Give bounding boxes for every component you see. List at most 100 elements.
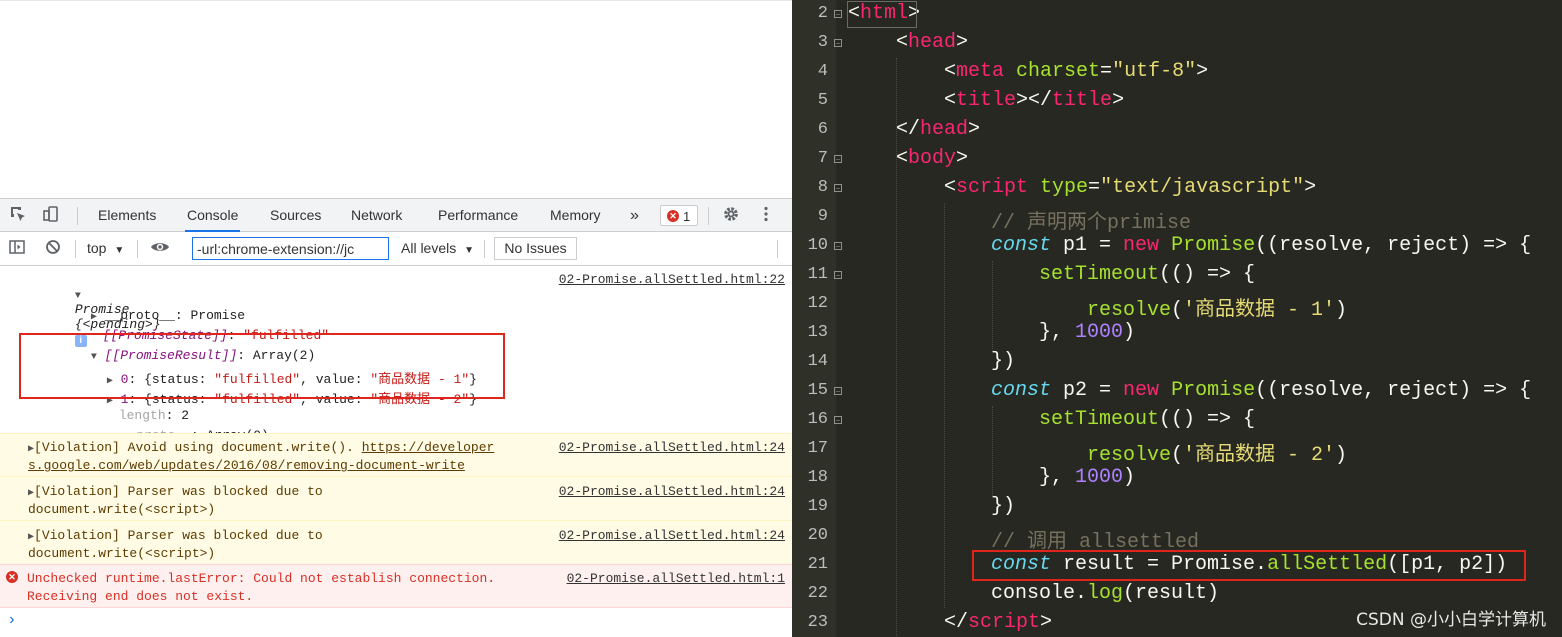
violation-text-part: [Violation] Avoid using document.write()…	[34, 440, 362, 455]
object-text: }	[469, 392, 477, 407]
line-number: 9	[817, 207, 828, 226]
browser-devtools-pane: Elements Console Sources Network Perform…	[0, 0, 792, 637]
violation-link[interactable]: https://developer	[362, 440, 495, 455]
code-line-17: resolve('商品数据 - 2')	[1087, 444, 1348, 467]
code-line-18: }, 1000)	[1039, 466, 1136, 489]
fold-marker-icon[interactable]: −	[834, 387, 842, 396]
console-output: ▼ Promise {<pending>} i 02-Promise.allSe…	[0, 266, 792, 637]
code-editor[interactable]: 2 3 4 5 6 7 8 9 10 11 12 13 14 15 16 17 …	[792, 0, 1562, 637]
fold-marker-icon[interactable]: −	[834, 242, 842, 251]
source-link[interactable]: 02-Promise.allSettled.html:24	[559, 528, 785, 543]
more-tabs-chevron-icon[interactable]: »	[628, 199, 641, 232]
violation-link-cont[interactable]: s.google.com/web/updates/2016/08/removin…	[28, 458, 465, 473]
line-number: 22	[807, 584, 828, 603]
line-number: 2	[817, 4, 828, 23]
fold-marker-icon[interactable]: −	[834, 416, 842, 425]
line-number: 20	[807, 526, 828, 545]
code-line-5: <title></title>	[944, 89, 1125, 112]
line-number: 10	[807, 236, 828, 255]
code-line-15: const p2 = new Promise((resolve, reject)…	[991, 379, 1532, 402]
line-number: 15	[807, 381, 828, 400]
line-number: 8	[817, 178, 828, 197]
error-message: ✕ Unchecked runtime.lastError: Could not…	[0, 564, 792, 608]
source-link[interactable]: 02-Promise.allSettled.html:22	[559, 272, 785, 287]
error-count-badge[interactable]: ✕ 1	[660, 205, 698, 226]
line-number: 21	[807, 555, 828, 574]
line-number: 17	[807, 439, 828, 458]
code-line-10: const p1 = new Promise((resolve, reject)…	[991, 234, 1532, 257]
code-line-21: const result = Promise.allSettled([p1, p…	[991, 553, 1508, 576]
tab-elements[interactable]: Elements	[96, 199, 158, 232]
violation-message: ▶[Violation] Avoid using document.write(…	[0, 433, 792, 476]
code-line-12: resolve('商品数据 - 1')	[1087, 299, 1348, 322]
status-value: "fulfilled"	[214, 392, 301, 407]
line-number: 7	[817, 149, 828, 168]
tab-performance[interactable]: Performance	[436, 199, 520, 232]
error-icon: ✕	[6, 571, 18, 583]
line-number: 5	[817, 91, 828, 110]
fold-marker-icon[interactable]: −	[834, 10, 842, 19]
code-line-19: })	[991, 495, 1016, 518]
toolbar-divider	[75, 240, 76, 258]
source-link[interactable]: 02-Promise.allSettled.html:1	[567, 571, 785, 586]
log-levels-dropdown[interactable]: All levels ▼	[401, 232, 474, 265]
indent-guide	[992, 406, 994, 496]
error-circle-icon: ✕	[667, 210, 679, 222]
fold-marker-icon[interactable]: −	[834, 155, 842, 164]
code-line-4: <meta charset="utf-8">	[944, 60, 1209, 83]
source-link[interactable]: 02-Promise.allSettled.html:24	[559, 440, 785, 455]
indent-guide	[896, 58, 898, 637]
device-toolbar-icon[interactable]	[40, 205, 62, 227]
dropdown-arrow-icon: ▼	[464, 245, 475, 256]
settings-gear-icon[interactable]	[720, 205, 742, 227]
violation-message: ▶[Violation] Parser was blocked due to d…	[0, 520, 792, 564]
inspect-element-icon[interactable]	[7, 205, 29, 227]
code-line-7: <body>	[896, 147, 969, 170]
console-prompt[interactable]: ›	[7, 611, 17, 629]
log-levels-value: All levels	[401, 240, 457, 256]
context-selector[interactable]: top ▼	[87, 232, 124, 265]
live-expression-eye-icon[interactable]	[149, 238, 171, 260]
line-number: 4	[817, 62, 828, 81]
code-line-3: <head>	[896, 31, 969, 54]
console-filter-input[interactable]	[192, 237, 389, 260]
fold-marker-icon[interactable]: −	[834, 271, 842, 280]
more-options-kebab-icon[interactable]	[755, 205, 777, 227]
line-number-gutter: 2 3 4 5 6 7 8 9 10 11 12 13 14 15 16 17 …	[792, 0, 842, 637]
clear-console-icon[interactable]	[42, 238, 64, 260]
violation-message: ▶[Violation] Parser was blocked due to d…	[0, 476, 792, 520]
line-number: 3	[817, 33, 828, 52]
code-line-8: <script type="text/javascript">	[944, 176, 1317, 199]
tab-memory[interactable]: Memory	[548, 199, 603, 232]
line-number: 18	[807, 468, 828, 487]
source-link[interactable]: 02-Promise.allSettled.html:24	[559, 484, 785, 499]
toolbar-divider	[484, 240, 485, 258]
indent-guide	[944, 203, 946, 608]
toolbar-divider	[77, 207, 78, 225]
dropdown-arrow-icon: ▼	[114, 245, 125, 256]
violation-text-part: [Violation] Parser was blocked due to	[34, 528, 323, 543]
fold-marker-icon[interactable]: −	[834, 39, 842, 48]
line-number: 14	[807, 352, 828, 371]
toolbar-divider	[708, 207, 709, 225]
line-number: 13	[807, 323, 828, 342]
error-count: 1	[683, 209, 691, 224]
matching-tag-highlight	[847, 1, 917, 28]
tab-console[interactable]: Console	[185, 199, 241, 232]
code-line-14: })	[991, 350, 1016, 373]
object-text: , value:	[300, 392, 371, 407]
code-line-22: console.log(result)	[991, 582, 1220, 605]
error-text-cont: Receiving end does not exist.	[27, 589, 254, 604]
toolbar-divider	[777, 240, 778, 258]
tab-sources[interactable]: Sources	[268, 199, 323, 232]
console-toolbar: top ▼ All levels ▼ No Issues	[0, 232, 792, 266]
violation-text: ▶[Violation] Parser was blocked due to	[28, 484, 323, 499]
line-number: 16	[807, 410, 828, 429]
devtools-tab-bar: Elements Console Sources Network Perform…	[0, 198, 792, 232]
tab-network[interactable]: Network	[349, 199, 404, 232]
issues-button[interactable]: No Issues	[494, 237, 577, 260]
toolbar-divider	[137, 240, 138, 258]
fold-marker-icon[interactable]: −	[834, 184, 842, 193]
error-text: Unchecked runtime.lastError: Could not e…	[27, 571, 496, 586]
show-sidebar-icon[interactable]	[6, 238, 28, 260]
